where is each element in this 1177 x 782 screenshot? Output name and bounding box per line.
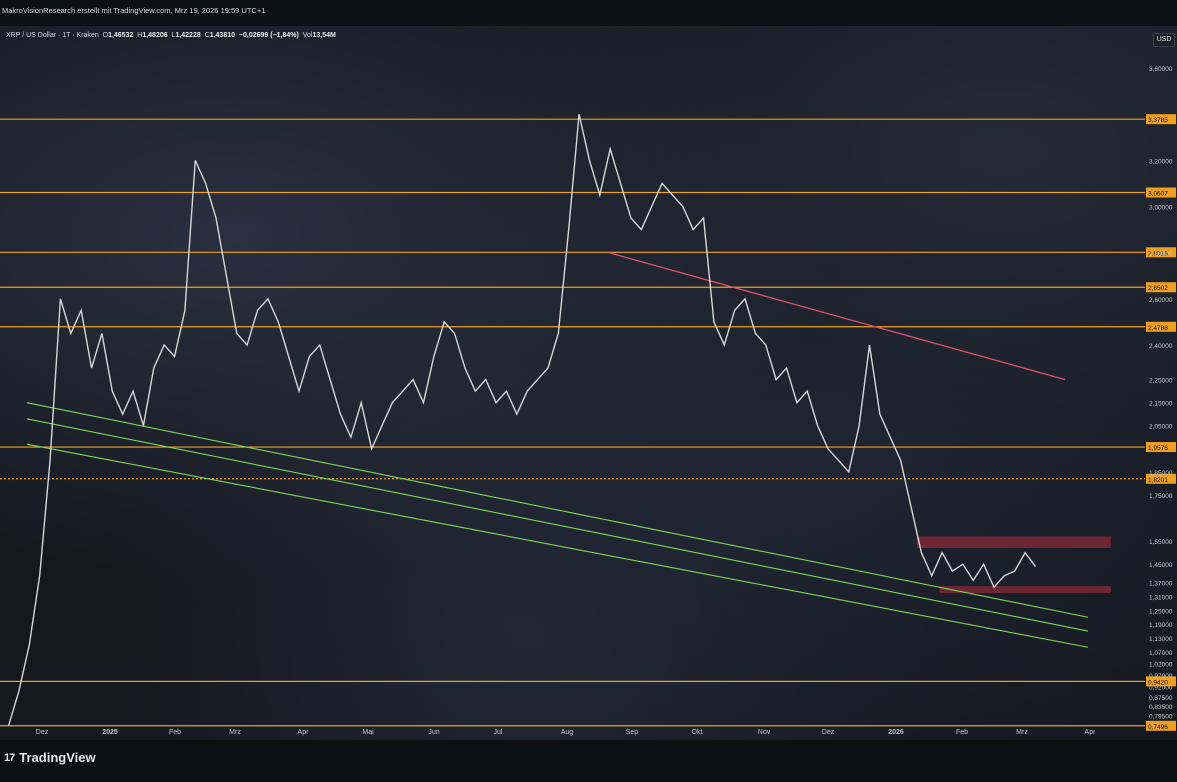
level-label-0: 3,3785	[1148, 117, 1168, 124]
footer-bar	[0, 740, 1177, 782]
y-tick-label-8: 2,05000	[1149, 424, 1173, 431]
x-tick-label-12: Dez	[822, 729, 835, 736]
y-tick-label-7: 2,15000	[1149, 401, 1173, 408]
x-tick-label-10: Okt	[692, 729, 703, 736]
y-tick-label-5: 2,40000	[1149, 343, 1173, 350]
y-tick-label-15: 1,25000	[1149, 608, 1173, 615]
y-tick-label-3: 2,80000	[1149, 251, 1173, 258]
tradingview-mark-icon: 17	[4, 751, 15, 764]
level-label-5: 1,9576	[1148, 445, 1168, 452]
x-tick-label-15: Mrz	[1016, 729, 1028, 736]
y-tick-label-14: 1,31000	[1149, 594, 1173, 601]
level-label-3: 2,6502	[1148, 285, 1168, 292]
level-label-8: 0,7496	[1148, 724, 1168, 731]
price-chart[interactable]: 3,37853,06072,80162,65022,47881,95761,82…	[0, 0, 1177, 782]
zone-rect-0	[916, 536, 1111, 549]
y-tick-label-23: 0,83500	[1149, 704, 1173, 711]
x-tick-label-0: Dez	[36, 729, 49, 736]
y-tick-label-1: 3,20000	[1149, 158, 1173, 165]
x-tick-label-1: 2025	[102, 729, 118, 736]
brand-name: TradingView	[19, 750, 96, 765]
x-tick-label-4: Apr	[298, 729, 310, 736]
y-tick-label-19: 1,02000	[1149, 661, 1173, 668]
y-tick-label-11: 1,55000	[1149, 539, 1173, 546]
y-tick-label-18: 1,07000	[1149, 650, 1173, 657]
y-tick-label-20: 0,97000	[1149, 673, 1173, 680]
y-tick-label-16: 1,19000	[1149, 622, 1173, 629]
y-tick-label-4: 2,60000	[1149, 297, 1173, 304]
red-trendline	[608, 252, 1066, 381]
x-tick-label-9: Sep	[626, 729, 639, 736]
x-tick-label-2: Feb	[169, 729, 181, 736]
y-tick-label-13: 1,37000	[1149, 581, 1173, 588]
y-tick-label-12: 1,45000	[1149, 562, 1173, 569]
level-label-4: 2,4788	[1148, 325, 1168, 332]
x-tick-label-14: Feb	[956, 729, 968, 736]
y-tick-label-0: 3,60000	[1149, 66, 1173, 73]
tradingview-logo: 17 TradingView	[4, 750, 96, 765]
channel-line-1	[26, 418, 1089, 632]
level-label-6: 1,8201	[1148, 477, 1168, 484]
level-label-1: 3,0607	[1148, 191, 1168, 198]
x-tick-label-11: Nov	[758, 729, 771, 736]
x-tick-label-6: Jun	[428, 729, 439, 736]
y-tick-label-2: 3,00000	[1149, 205, 1173, 212]
price-series-line	[7, 114, 1037, 726]
x-tick-label-7: Jul	[494, 729, 503, 736]
y-tick-label-21: 0,92000	[1149, 684, 1173, 691]
y-tick-label-6: 2,25000	[1149, 378, 1173, 385]
x-tick-label-3: Mrz	[229, 729, 241, 736]
x-tick-label-8: Aug	[561, 729, 574, 736]
y-tick-label-9: 1,85000	[1149, 470, 1173, 477]
y-tick-label-22: 0,87500	[1149, 695, 1173, 702]
x-tick-label-16: Apr	[1085, 729, 1097, 736]
channel-line-0	[26, 402, 1089, 618]
x-tick-label-13: 2026	[888, 729, 904, 736]
y-tick-label-17: 1,13000	[1149, 636, 1173, 643]
x-tick-label-5: Mai	[362, 729, 374, 736]
y-tick-label-10: 1,75000	[1149, 493, 1173, 500]
y-tick-label-24: 0,79500	[1149, 713, 1173, 720]
